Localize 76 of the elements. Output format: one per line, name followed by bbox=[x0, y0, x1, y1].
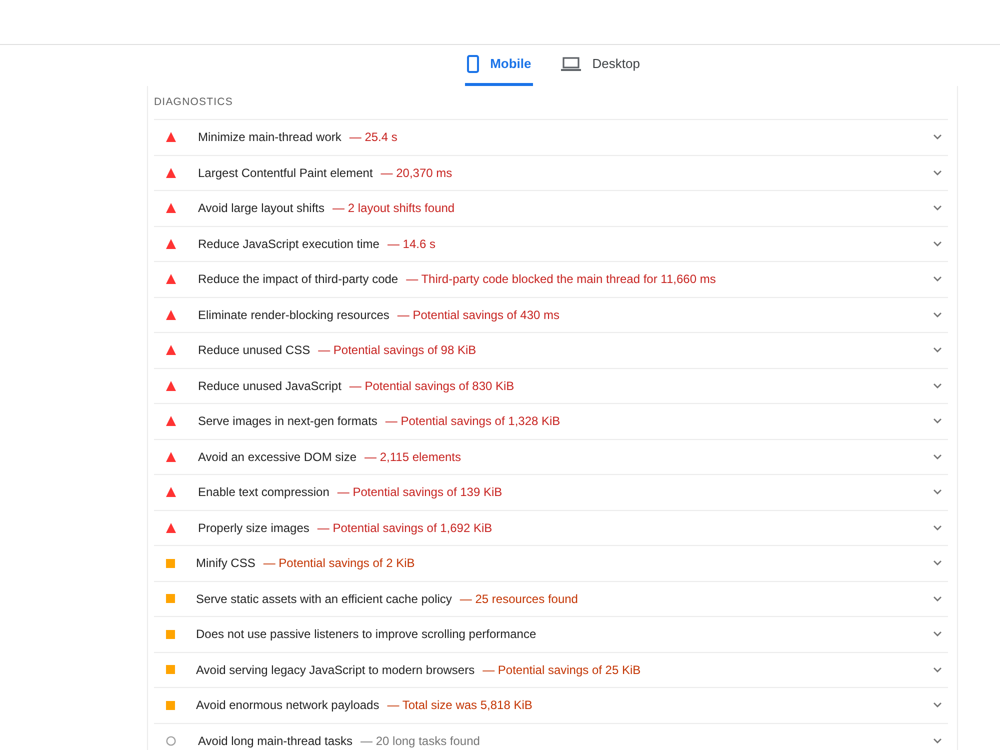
warning-triangle-icon bbox=[166, 168, 176, 178]
device-tab[interactable]: Desktop bbox=[559, 45, 642, 86]
expand-chevron-icon[interactable] bbox=[933, 666, 942, 673]
audit-title: Avoid serving legacy JavaScript to modern browsers bbox=[196, 662, 475, 679]
warning-triangle-icon bbox=[166, 274, 176, 284]
expand-chevron-icon[interactable] bbox=[933, 382, 942, 389]
square-icon bbox=[166, 594, 175, 604]
expand-chevron-icon[interactable] bbox=[933, 702, 942, 708]
laptop-icon bbox=[561, 57, 582, 71]
audit-title: Properly size images bbox=[198, 520, 310, 537]
expand-chevron-icon[interactable] bbox=[933, 134, 942, 140]
expand-chevron-icon[interactable] bbox=[933, 738, 942, 744]
warning-triangle-icon bbox=[166, 310, 176, 320]
square-icon bbox=[166, 665, 175, 674]
audit-value: — Potential savings of 25 KiB bbox=[482, 662, 641, 679]
audit-title: Avoid an excessive DOM size bbox=[198, 448, 357, 466]
expand-chevron-icon[interactable] bbox=[933, 596, 942, 602]
audit-title: Serve static assets with an efficient cache policy bbox=[196, 590, 452, 608]
audit-title: Reduce unused CSS bbox=[198, 342, 310, 360]
audit-value: — Potential savings of 2 KiB bbox=[263, 555, 415, 572]
expand-chevron-icon[interactable] bbox=[933, 454, 942, 460]
warning-triangle-icon bbox=[166, 416, 176, 426]
expand-chevron-icon[interactable] bbox=[933, 560, 942, 566]
audit-value: — 2 layout shifts found bbox=[332, 200, 455, 218]
audit-value: — Potential savings of 830 KiB bbox=[349, 378, 514, 395]
audit-title: Minimize main-thread work bbox=[198, 129, 342, 146]
audit-title: Enable text compression bbox=[198, 484, 330, 502]
audit-value: — Potential savings of 1,328 KiB bbox=[385, 413, 560, 430]
section-heading: DIAGNOSTICS bbox=[154, 94, 233, 110]
warning-triangle-icon bbox=[166, 238, 176, 249]
warning-triangle-icon bbox=[166, 522, 176, 533]
audit-title: Reduce unused JavaScript bbox=[198, 378, 342, 395]
warning-triangle-icon bbox=[166, 452, 176, 462]
warning-triangle-icon bbox=[166, 203, 176, 214]
audit-value: — 25 resources found bbox=[460, 590, 578, 608]
audit-title: Eliminate render-blocking resources bbox=[198, 306, 390, 324]
audit-value: — 20,370 ms bbox=[380, 164, 452, 182]
expand-chevron-icon[interactable] bbox=[933, 240, 942, 247]
audit-value: — Potential savings of 139 KiB bbox=[337, 484, 502, 502]
warning-triangle-icon bbox=[166, 380, 176, 391]
audit-value: — 20 long tasks found bbox=[360, 732, 480, 750]
expand-chevron-icon[interactable] bbox=[933, 205, 942, 212]
warning-triangle-icon bbox=[166, 345, 176, 356]
audit-value: — Third-party code blocked the main thread for 11,660 ms bbox=[406, 271, 716, 288]
expand-chevron-icon[interactable] bbox=[933, 347, 942, 354]
audit-value: — Potential savings of 1,692 KiB bbox=[317, 520, 492, 537]
audit-value: — Potential savings of 98 KiB bbox=[318, 342, 476, 360]
expand-chevron-icon[interactable] bbox=[933, 312, 942, 318]
circle-icon bbox=[166, 736, 176, 746]
audit-title: Avoid enormous network payloads bbox=[196, 697, 380, 714]
expand-chevron-icon[interactable] bbox=[933, 170, 942, 176]
expand-chevron-icon[interactable] bbox=[933, 631, 942, 638]
expand-chevron-icon[interactable] bbox=[933, 524, 942, 531]
audit-title: Reduce the impact of third-party code bbox=[198, 271, 398, 288]
audit-value: — 25.4 s bbox=[349, 129, 398, 146]
device-tab[interactable]: Mobile bbox=[465, 45, 534, 86]
audit-title: Does not use passive listeners to improve scrolling performance bbox=[196, 626, 536, 644]
audit-value: — Potential savings of 430 ms bbox=[397, 306, 560, 324]
audit-title: Largest Contentful Paint element bbox=[198, 164, 373, 182]
audit-title: Avoid large layout shifts bbox=[198, 200, 325, 218]
expand-chevron-icon[interactable] bbox=[933, 418, 942, 424]
warning-triangle-icon bbox=[166, 132, 176, 142]
audit-value: — 14.6 s bbox=[387, 236, 436, 253]
audit-value: — 2,115 elements bbox=[364, 448, 462, 466]
audit-title: Serve images in next-gen formats bbox=[198, 413, 378, 430]
audit-title: Avoid long main-thread tasks bbox=[198, 732, 353, 750]
audit-title: Reduce JavaScript execution time bbox=[198, 236, 380, 253]
expand-chevron-icon[interactable] bbox=[933, 489, 942, 496]
expand-chevron-icon[interactable] bbox=[933, 276, 942, 282]
square-icon bbox=[166, 630, 175, 639]
audit-value: — Total size was 5,818 KiB bbox=[387, 697, 532, 714]
audit-title: Minify CSS bbox=[196, 555, 256, 572]
square-icon bbox=[166, 558, 175, 568]
warning-triangle-icon bbox=[166, 487, 176, 498]
square-icon bbox=[166, 700, 175, 710]
phone-icon bbox=[467, 55, 480, 73]
